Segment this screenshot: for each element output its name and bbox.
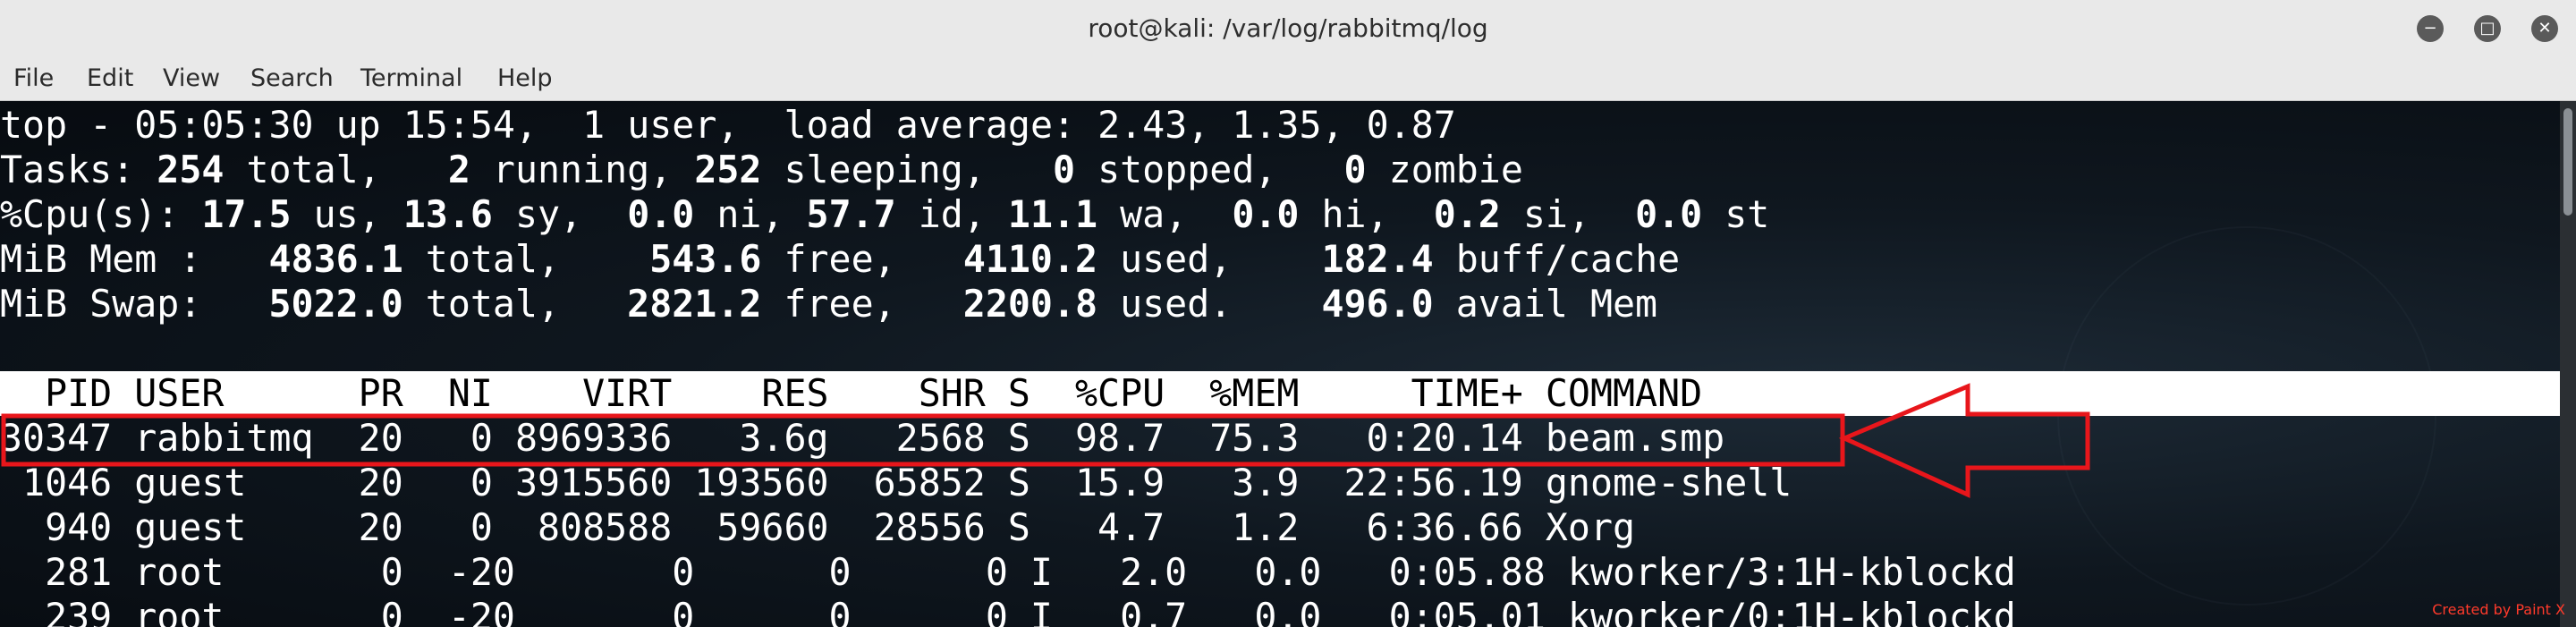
highlight-arrow [1838,383,2090,498]
highlight-box [1,413,1845,467]
annotation-overlay [1,383,2090,498]
credit-watermark: Created by Paint X [2432,601,2565,618]
